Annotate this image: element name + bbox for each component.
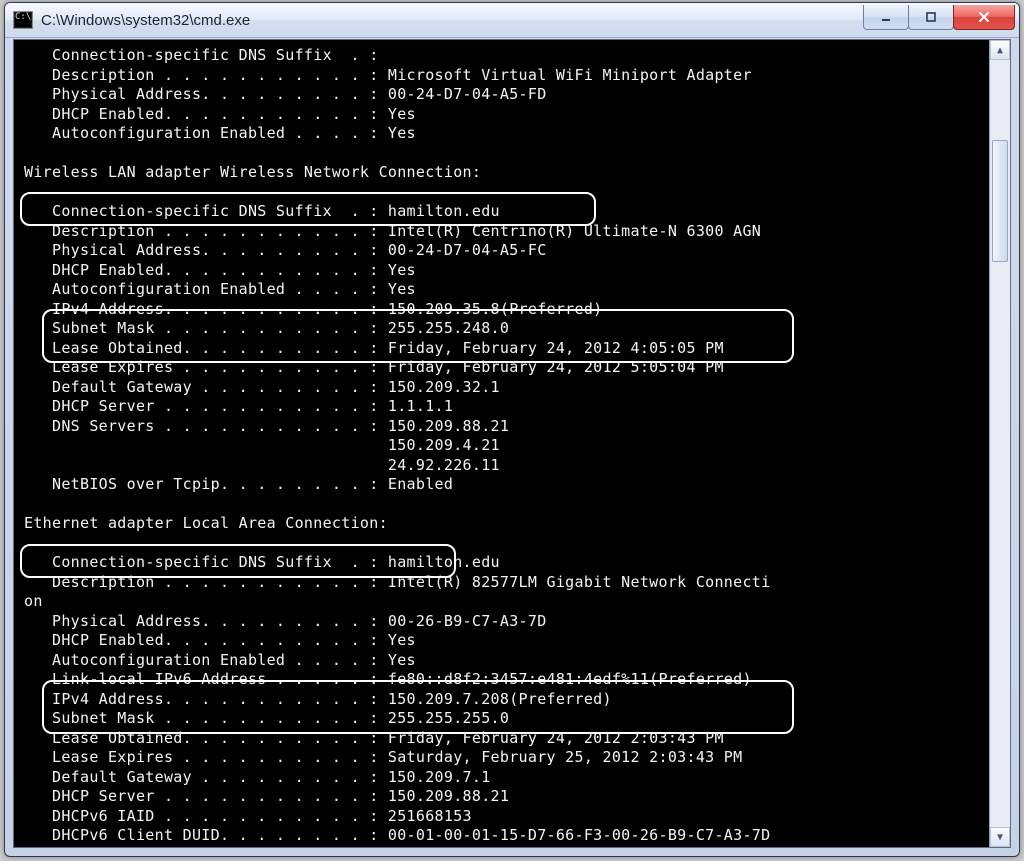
terminal-viewport[interactable]: Connection-specific DNS Suffix . : Descr… [14,40,989,847]
vertical-scrollbar[interactable]: ▲ ▼ [989,40,1010,847]
scroll-thumb[interactable] [992,140,1008,262]
scroll-up-button[interactable]: ▲ [990,40,1010,60]
title-bar[interactable]: C:\Windows\system32\cmd.exe [5,3,1019,38]
scroll-down-button[interactable]: ▼ [990,827,1010,847]
client-area: Connection-specific DNS Suffix . : Descr… [13,39,1011,848]
cmd-icon [13,11,33,29]
window-title: C:\Windows\system32\cmd.exe [41,12,864,29]
minimize-button[interactable] [863,5,909,30]
command-prompt-window: C:\Windows\system32\cmd.exe Connection-s… [4,2,1020,857]
close-button[interactable] [953,5,1015,30]
maximize-button[interactable] [908,5,954,30]
terminal-output: Connection-specific DNS Suffix . : Descr… [14,40,989,847]
window-controls [864,5,1015,29]
